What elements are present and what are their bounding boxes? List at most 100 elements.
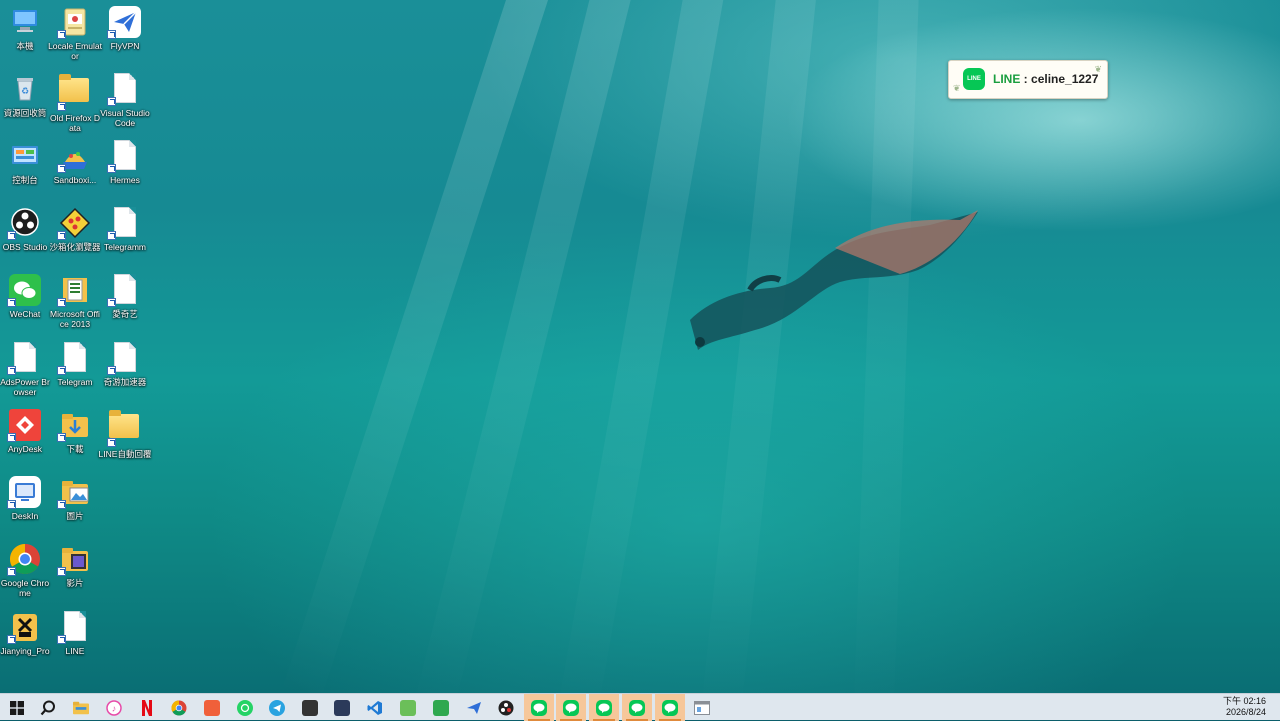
shortcut-arrow-icon <box>57 567 66 576</box>
gem-app-icon <box>400 699 416 716</box>
desktop-icon-wechat[interactable]: WeChat <box>0 274 52 319</box>
desktop-icon-control-panel[interactable]: 控制台 <box>0 140 52 185</box>
desktop-icon-jianying-pro[interactable]: Jianying_Pro <box>0 611 52 656</box>
shortcut-arrow-icon <box>7 433 16 442</box>
pictures-folder-icon <box>57 476 91 509</box>
desktop-icon-line[interactable]: LINE <box>48 611 102 656</box>
desktop-icon-pictures[interactable]: 圖片 <box>48 476 102 521</box>
taskbar-search[interactable] <box>33 694 63 721</box>
taskbar-line-5[interactable] <box>655 694 685 721</box>
desktop-icon-hermes[interactable]: Hermes <box>98 140 152 185</box>
desktop-icon-visual-studio-code[interactable]: Visual Studio Code <box>98 73 152 128</box>
taskbar-whatsapp[interactable] <box>230 694 260 721</box>
taskbar-line-3[interactable] <box>589 694 619 721</box>
diver-silhouette <box>690 210 978 350</box>
document-icon <box>57 611 91 644</box>
line-account-id: celine_1227 <box>1031 72 1099 86</box>
desktop-icon-google-chrome[interactable]: Google Chrome <box>0 543 52 598</box>
desktop-icon-label: OBS Studio <box>2 242 48 252</box>
desktop-icon-label: Visual Studio Code <box>100 108 150 128</box>
videos-folder-icon <box>57 543 91 576</box>
taskbar-window-app[interactable] <box>687 694 717 721</box>
desktop-icon-recycle-bin[interactable]: ♻ 資源回收筒 <box>0 73 52 118</box>
sandboxie-icon <box>57 140 91 173</box>
taskbar-netflix[interactable] <box>132 694 162 721</box>
line-account-popup[interactable]: ❦ ❦ LINE LINE : celine_1227 <box>948 60 1108 99</box>
flyvpn-icon <box>466 700 482 716</box>
search-icon <box>40 700 56 716</box>
chrome-icon <box>171 700 187 716</box>
shortcut-arrow-icon <box>57 231 66 240</box>
desktop-icon-adspower-browser[interactable]: AdsPower Browser <box>0 342 52 397</box>
desktop-icon-label: LINE <box>65 646 85 656</box>
document-icon <box>7 342 41 375</box>
taskbar-chrome[interactable] <box>164 694 194 721</box>
desktop-icon-microsoft-office-2013[interactable]: Microsoft Office 2013 <box>48 274 102 329</box>
taskbar-line-1[interactable] <box>524 694 554 721</box>
desktop-icon-this-pc[interactable]: 本機 <box>0 6 52 51</box>
taskbar-line-2[interactable] <box>556 694 586 721</box>
taskbar-itunes[interactable]: ♪ <box>99 694 129 721</box>
desktop-icon-downloads[interactable]: 下載 <box>48 409 102 454</box>
desktop-icon-label: Jianying_Pro <box>0 646 50 656</box>
desktop-icon-label: AdsPower Browser <box>0 377 50 397</box>
line-icon <box>531 699 547 716</box>
taskbar-flyvpn[interactable] <box>459 694 489 721</box>
desktop-icon-deskin[interactable]: DeskIn <box>0 476 52 521</box>
desktop-icon-accelerator[interactable]: 奇游加速器 <box>98 342 152 387</box>
taskbar-green-app[interactable] <box>426 694 456 721</box>
desktop-icon-flyvpn[interactable]: FlyVPN <box>98 6 152 51</box>
desktop-icon-area: 本機 Locale Emulator FlyVPN ♻ 資源回收筒 Old Firefox… <box>0 0 160 693</box>
desktop-icon-old-firefox-data[interactable]: Old Firefox Data <box>48 73 102 133</box>
desktop-icon-sandbox-browser[interactable]: 沙箱化瀏覽器 <box>48 207 102 252</box>
windows-start-icon <box>9 700 25 716</box>
taskbar-start[interactable] <box>2 694 32 721</box>
shortcut-arrow-icon <box>7 231 16 240</box>
desktop-icon-label: LINE自動回覆 <box>98 449 152 459</box>
shortcut-arrow-icon <box>107 231 116 240</box>
shortcut-arrow-icon <box>7 298 16 307</box>
desktop-icon-telegramm[interactable]: Telegramm <box>98 207 152 252</box>
shortcut-arrow-icon <box>7 500 16 509</box>
desktop-icon-iqiyi[interactable]: 愛奇艺 <box>98 274 152 319</box>
svg-text:♪: ♪ <box>112 703 117 713</box>
taskbar-telegram[interactable] <box>262 694 292 721</box>
taskbar-powershell[interactable] <box>327 694 357 721</box>
sparkle-app-icon <box>204 699 220 716</box>
shortcut-arrow-icon <box>57 30 66 39</box>
desktop-icon-videos[interactable]: 影片 <box>48 543 102 588</box>
desktop-icon-telegram[interactable]: Telegram <box>48 342 102 387</box>
document-icon <box>107 274 141 307</box>
taskbar-app-red[interactable] <box>197 694 227 721</box>
clock-date: 2026/8/24 <box>1225 707 1266 717</box>
shortcut-arrow-icon <box>107 30 116 39</box>
system-clock[interactable]: 下午 02:16 2026/8/24 <box>1223 696 1266 718</box>
wechat-icon <box>7 274 41 307</box>
line-icon <box>596 699 612 716</box>
desktop-icon-label: 資源回收筒 <box>3 108 47 118</box>
taskbar-obs[interactable] <box>491 694 521 721</box>
taskbar-gem-app[interactable] <box>393 694 423 721</box>
itunes-icon: ♪ <box>106 699 122 716</box>
desktop-icon-anydesk[interactable]: AnyDesk <box>0 409 52 454</box>
desktop-icon-sandboxie[interactable]: Sandboxi... <box>48 140 102 185</box>
shortcut-arrow-icon <box>57 102 66 111</box>
document-icon <box>107 73 141 106</box>
desktop-icon-label: DeskIn <box>11 511 39 521</box>
desktop-icon-label: Google Chrome <box>0 578 50 598</box>
vscode-icon <box>367 700 383 716</box>
taskbar-vscode[interactable] <box>360 694 390 721</box>
line-app-label: LINE <box>993 72 1021 86</box>
desktop-icon-label: 愛奇艺 <box>112 309 138 319</box>
desktop-icon-label: Hermes <box>110 175 140 185</box>
desktop-icon-label: WeChat <box>9 309 41 319</box>
line-account-text: LINE : celine_1227 <box>993 72 1098 86</box>
desktop-icon-locale-emulator[interactable]: Locale Emulator <box>48 6 102 61</box>
deskin-icon <box>7 476 41 509</box>
desktop-icon-obs-studio[interactable]: OBS Studio <box>0 207 52 252</box>
taskbar-file-explorer[interactable] <box>66 694 96 721</box>
desktop-icon-line-auto-reply[interactable]: LINE自動回覆 <box>98 409 152 459</box>
taskbar-sticky-app[interactable] <box>295 694 325 721</box>
taskbar-line-4[interactable] <box>622 694 652 721</box>
shortcut-arrow-icon <box>7 567 16 576</box>
